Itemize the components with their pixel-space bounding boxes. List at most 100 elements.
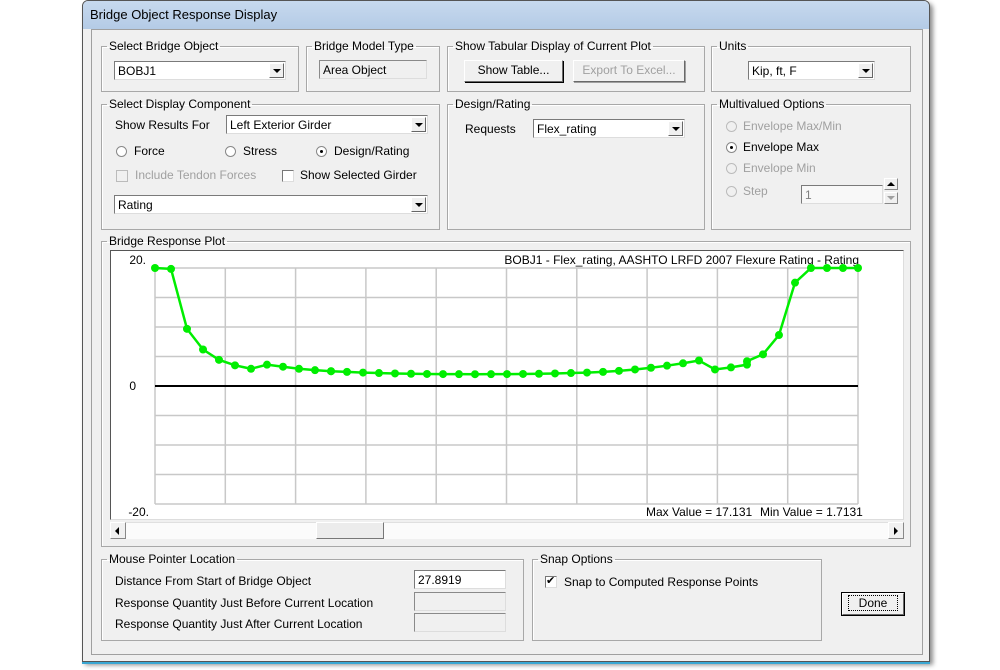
envelope-min-radio[interactable]: [726, 163, 737, 174]
bridge-model-type-value: Area Object: [323, 63, 387, 77]
component-dropdown[interactable]: Rating: [114, 195, 428, 214]
distance-value: 27.8919: [418, 573, 462, 587]
plot-area[interactable]: 20. 0 -20. BOBJ1 - Flex_rating, AASHTO L…: [110, 250, 904, 520]
chart-title: BOBJ1 - Flex_rating, AASHTO LRFD 2007 Fl…: [504, 253, 859, 267]
design-rating-legend: Design/Rating: [455, 97, 531, 111]
data-point: [327, 367, 336, 376]
bridge-object-dropdown[interactable]: BOBJ1: [114, 61, 286, 80]
max-value-label: Max Value = 17.131: [646, 505, 753, 519]
title-bar[interactable]: Bridge Object Response Display: [83, 1, 929, 29]
chevron-down-icon[interactable]: [411, 197, 426, 212]
data-point: [711, 365, 720, 374]
step-up-arrow-icon[interactable]: [884, 178, 898, 190]
envelope-max-min-radio[interactable]: [726, 121, 737, 132]
show-selected-girder-checkbox[interactable]: [282, 170, 294, 182]
show-results-for-label: Show Results For: [115, 118, 210, 132]
select-bridge-object-legend: Select Bridge Object: [109, 39, 219, 53]
plot-horizontal-scrollbar[interactable]: [110, 522, 904, 539]
data-point: [279, 362, 288, 371]
done-button-label: Done: [847, 595, 899, 611]
data-point: [439, 370, 448, 379]
snap-options-legend: Snap Options: [540, 552, 613, 566]
scroll-left-arrow-icon[interactable]: [110, 522, 126, 539]
distance-field[interactable]: 27.8919: [414, 570, 506, 589]
step-label: Step: [743, 184, 768, 198]
data-point: [167, 264, 176, 273]
design-rating-radio-label: Design/Rating: [334, 144, 410, 158]
data-point: [214, 355, 223, 364]
include-tendon-forces-checkbox[interactable]: [116, 170, 128, 182]
units-dropdown[interactable]: Kip, ft, F: [748, 61, 875, 80]
data-point: [247, 364, 256, 373]
chevron-down-icon[interactable]: [411, 117, 426, 132]
export-to-excel-button[interactable]: Export To Excel...: [573, 60, 685, 82]
design-rating-group: Design/Rating: [447, 98, 705, 230]
snap-checkbox[interactable]: [545, 574, 557, 588]
bridge-response-plot-legend: Bridge Response Plot: [109, 234, 226, 248]
data-point: [487, 370, 496, 379]
show-table-button[interactable]: Show Table...: [464, 60, 563, 82]
envelope-max-radio[interactable]: [726, 142, 737, 153]
data-point: [791, 278, 800, 287]
after-location-field: [414, 613, 506, 632]
step-down-arrow-icon[interactable]: [884, 192, 898, 204]
y-tick-label-top: 20.: [129, 253, 146, 267]
step-input[interactable]: 1: [801, 185, 883, 204]
envelope-max-label: Envelope Max: [743, 140, 820, 154]
force-radio-label: Force: [134, 144, 165, 158]
before-location-field: [414, 592, 506, 611]
done-button[interactable]: Done: [841, 592, 905, 616]
bridge-model-type-field: Area Object: [319, 60, 427, 79]
units-value: Kip, ft, F: [752, 64, 797, 78]
requests-dropdown[interactable]: Flex_rating: [533, 119, 685, 138]
chevron-down-icon[interactable]: [858, 63, 873, 78]
response-chart: 20. 0 -20. BOBJ1 - Flex_rating, AASHTO L…: [128, 253, 863, 519]
bridge-object-value: BOBJ1: [118, 64, 157, 78]
data-point: [774, 331, 783, 340]
data-point: [454, 370, 463, 379]
requests-value: Flex_rating: [537, 122, 597, 136]
envelope-max-min-label: Envelope Max/Min: [743, 119, 842, 133]
force-radio[interactable]: [116, 146, 127, 157]
chevron-down-icon[interactable]: [269, 63, 284, 78]
scrollbar-thumb[interactable]: [316, 522, 384, 539]
data-point: [342, 367, 351, 376]
scroll-right-arrow-icon[interactable]: [888, 522, 904, 539]
multivalued-options-legend: Multivalued Options: [719, 97, 825, 111]
data-point: [759, 350, 768, 359]
data-point: [502, 370, 511, 379]
data-point: [311, 366, 320, 375]
stress-radio[interactable]: [225, 146, 236, 157]
show-results-for-dropdown[interactable]: Left Exterior Girder: [226, 115, 428, 134]
tabular-display-legend: Show Tabular Display of Current Plot: [455, 39, 651, 53]
step-radio[interactable]: [726, 186, 737, 197]
data-point: [551, 369, 560, 378]
step-value: 1: [805, 188, 812, 202]
display-component-legend: Select Display Component: [109, 97, 251, 111]
data-point: [614, 366, 623, 375]
data-point: [838, 264, 847, 272]
mouse-pointer-location-legend: Mouse Pointer Location: [109, 552, 236, 566]
show-results-for-value: Left Exterior Girder: [230, 118, 332, 132]
min-value-label: Min Value = 1.7131: [760, 505, 863, 519]
data-point: [631, 365, 640, 374]
data-point: [854, 264, 862, 272]
data-point: [726, 363, 735, 372]
y-tick-label-zero: 0: [129, 379, 136, 393]
design-rating-radio[interactable]: [316, 146, 327, 157]
data-point: [231, 361, 240, 370]
data-point: [599, 367, 608, 376]
data-point: [582, 368, 591, 377]
include-tendon-forces-label: Include Tendon Forces: [135, 168, 257, 182]
requests-label: Requests: [465, 122, 516, 136]
data-point: [199, 345, 208, 354]
chevron-down-icon[interactable]: [668, 121, 683, 136]
data-point: [294, 364, 303, 373]
data-point: [374, 369, 383, 378]
data-point: [694, 356, 703, 365]
stress-radio-label: Stress: [243, 144, 278, 158]
data-point: [742, 357, 751, 366]
scrollbar-track[interactable]: [126, 522, 888, 539]
data-point: [151, 264, 159, 272]
data-point: [422, 369, 431, 378]
